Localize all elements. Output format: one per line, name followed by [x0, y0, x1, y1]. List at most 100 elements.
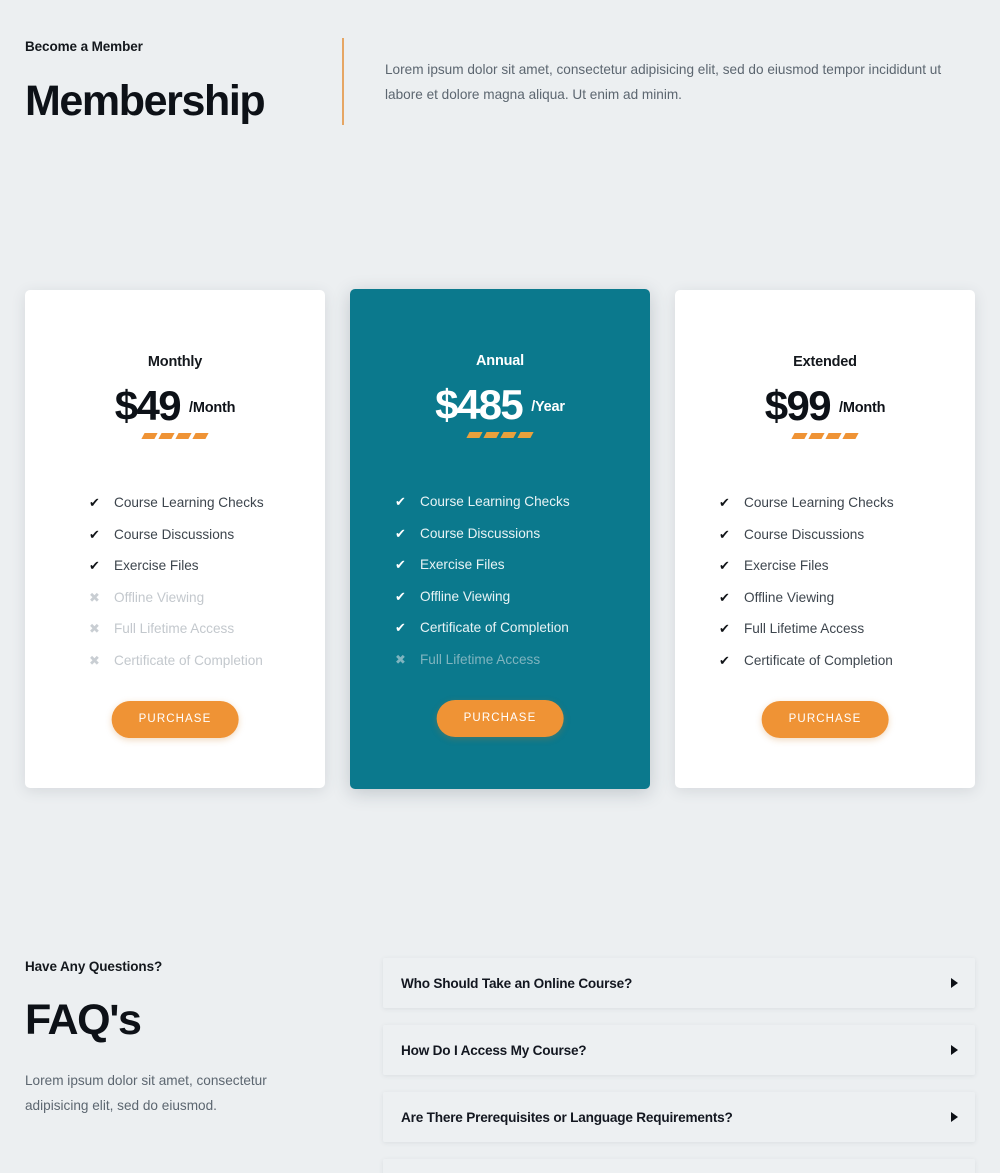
- pricing-card-price: $49: [114, 382, 182, 429]
- check-icon: ✔: [395, 620, 406, 636]
- faq-question: How Do I Access My Course?: [401, 1042, 587, 1058]
- slash-mark-icon: [483, 432, 500, 438]
- slash-mark-icon: [825, 433, 842, 439]
- slash-divider-icon: [25, 433, 325, 439]
- pricing-card-extended: Extended $99/Month ✔ Course Learning Checks…: [675, 290, 975, 788]
- pricing-card-feature-list: ✔ Course Learning Checks ✔ Course Discussio…: [25, 487, 325, 676]
- header-eyebrow: Become a Member: [25, 39, 143, 54]
- feature-label: Course Learning Checks: [744, 495, 894, 510]
- slash-mark-icon: [808, 433, 825, 439]
- pricing-card-feature-list: ✔ Course Learning Checks ✔ Course Discussio…: [675, 487, 975, 676]
- feature-item: ✔ Offline Viewing: [675, 582, 975, 614]
- pricing-card-annual: Annual $485/Year ✔ Course Learning Checks ✔ C…: [350, 289, 650, 789]
- pricing-card-period: /Month: [188, 400, 236, 416]
- feature-item: ✖ Full Lifetime Access: [350, 644, 650, 676]
- check-icon: ✔: [395, 588, 406, 604]
- pricing-card-name: Annual: [476, 353, 524, 369]
- feature-label: Course Discussions: [114, 526, 235, 542]
- pricing-card-monthly: Monthly $49/Month ✔ Course Learning Checks ✔…: [25, 290, 325, 788]
- check-icon: ✔: [395, 557, 406, 573]
- faq-item[interactable]: Who Should Take an Online Course?: [383, 958, 975, 1008]
- feature-label: Certificate of Completion: [744, 652, 893, 668]
- pricing-card-period: /Month: [838, 400, 886, 416]
- faq-item[interactable]: [383, 1159, 975, 1173]
- slash-mark-icon: [192, 433, 209, 439]
- slash-mark-icon: [500, 432, 517, 438]
- caret-right-icon[interactable]: [951, 1112, 958, 1122]
- check-icon: ✔: [719, 526, 730, 542]
- feature-item: ✖ Offline Viewing: [25, 582, 325, 614]
- feature-item: ✔ Certificate of Completion: [350, 612, 650, 644]
- check-icon: ✔: [395, 525, 406, 541]
- feature-label: Offline Viewing: [114, 589, 205, 605]
- feature-item: ✔ Course Learning Checks: [675, 487, 975, 519]
- purchase-button[interactable]: PURCHASE: [761, 701, 889, 738]
- feature-label: Offline Viewing: [744, 589, 835, 605]
- header-description: Lorem ipsum dolor sit amet, consectetur …: [385, 62, 942, 102]
- feature-label: Course Learning Checks: [114, 495, 264, 510]
- feature-label: Certificate of Completion: [420, 620, 569, 635]
- feature-item: ✔ Certificate of Completion: [675, 645, 975, 677]
- feature-item: ✖ Full Lifetime Access: [25, 613, 325, 645]
- feature-label: Exercise Files: [420, 557, 505, 572]
- purchase-button[interactable]: PURCHASE: [436, 700, 564, 737]
- check-icon: ✔: [89, 526, 100, 542]
- membership-header: Become a Member Membership Lorem ipsum d…: [0, 0, 1000, 160]
- check-icon: ✔: [719, 652, 730, 668]
- feature-label: Certificate of Completion: [114, 652, 263, 668]
- cross-icon: ✖: [89, 652, 100, 668]
- feature-label: Full Lifetime Access: [744, 621, 865, 636]
- pricing-card-price: $99: [764, 382, 832, 429]
- cross-icon: ✖: [89, 621, 100, 637]
- feature-item: ✔ Exercise Files: [675, 550, 975, 582]
- faq-title: FAQ's: [25, 996, 142, 1044]
- faq-item[interactable]: Are There Prerequisites or Language Requ…: [383, 1092, 975, 1142]
- pricing-card-feature-list: ✔ Course Learning Checks ✔ Course Discussio…: [350, 486, 650, 675]
- check-icon: ✔: [719, 495, 730, 511]
- slash-mark-icon: [158, 433, 175, 439]
- slash-mark-icon: [175, 433, 192, 439]
- feature-label: Course Discussions: [744, 526, 865, 542]
- check-icon: ✔: [719, 621, 730, 637]
- feature-label: Course Discussions: [420, 525, 541, 541]
- feature-label: Course Learning Checks: [420, 494, 570, 509]
- pricing-card-price: $485: [435, 381, 524, 428]
- feature-item: ✔ Course Discussions: [25, 519, 325, 551]
- feature-item: ✔ Course Learning Checks: [350, 486, 650, 518]
- slash-mark-icon: [791, 433, 808, 439]
- feature-item: ✔ Course Learning Checks: [25, 487, 325, 519]
- faq-question: Who Should Take an Online Course?: [401, 975, 633, 991]
- feature-label: Offline Viewing: [420, 588, 511, 604]
- feature-item: ✔ Exercise Files: [350, 549, 650, 581]
- faq-item[interactable]: How Do I Access My Course?: [383, 1025, 975, 1075]
- pricing-card-name: Monthly: [147, 354, 203, 370]
- feature-item: ✔ Course Discussions: [350, 518, 650, 550]
- faq-accordion: Who Should Take an Online Course? How Do …: [383, 958, 975, 1173]
- slash-divider-icon: [350, 432, 650, 438]
- caret-right-icon[interactable]: [951, 978, 958, 988]
- check-icon: ✔: [89, 495, 100, 511]
- pricing-card-price-row: $99/Month: [675, 382, 975, 430]
- feature-item: ✖ Certificate of Completion: [25, 645, 325, 677]
- slash-mark-icon: [842, 433, 859, 439]
- check-icon: ✔: [89, 558, 100, 574]
- faq-description: Lorem ipsum dolor sit amet, consectetur …: [25, 1073, 267, 1113]
- purchase-button[interactable]: PURCHASE: [111, 701, 239, 738]
- page-title: Membership: [25, 77, 266, 125]
- feature-label: Full Lifetime Access: [420, 651, 541, 667]
- feature-item: ✔ Offline Viewing: [350, 581, 650, 613]
- pricing-card-price-row: $49/Month: [25, 382, 325, 430]
- pricing-card-period: /Year: [531, 399, 565, 415]
- header-left-block: Become a Member Membership: [25, 38, 325, 126]
- pricing-card-name: Extended: [793, 354, 857, 370]
- slash-mark-icon: [141, 433, 158, 439]
- cross-icon: ✖: [89, 589, 100, 605]
- feature-label: Full Lifetime Access: [114, 621, 235, 636]
- feature-label: Exercise Files: [114, 558, 199, 573]
- caret-right-icon[interactable]: [951, 1045, 958, 1055]
- check-icon: ✔: [719, 558, 730, 574]
- check-icon: ✔: [395, 494, 406, 510]
- pricing-cards-section: Monthly $49/Month ✔ Course Learning Checks ✔…: [0, 289, 1000, 789]
- faq-eyebrow: Have Any Questions?: [25, 959, 163, 974]
- faq-question: Are There Prerequisites or Language Requ…: [401, 1109, 733, 1125]
